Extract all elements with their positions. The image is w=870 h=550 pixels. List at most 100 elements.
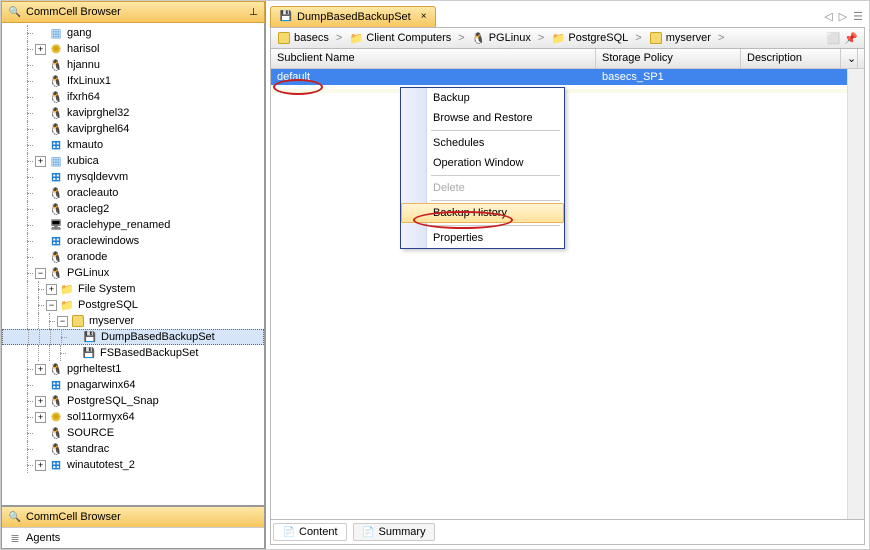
expander-icon[interactable]: −	[46, 300, 57, 311]
expander-icon[interactable]: −	[57, 316, 68, 327]
browser-tab-icon	[8, 510, 22, 524]
close-icon[interactable]: ×	[421, 11, 427, 22]
bottom-tab-agents[interactable]: Agents	[2, 527, 264, 548]
expander-icon[interactable]: +	[46, 284, 57, 295]
tree-item-standrac[interactable]: standrac	[2, 441, 264, 457]
menu-item-properties[interactable]: Properties	[401, 228, 564, 248]
crumb-myserver[interactable]: myserver	[649, 31, 711, 45]
tree-item-kaviprghel64[interactable]: kaviprghel64	[2, 121, 264, 137]
tux-icon	[48, 89, 64, 105]
tree-item-gang[interactable]: gang	[2, 25, 264, 41]
win-icon	[48, 137, 64, 153]
tree-item-pglinux[interactable]: −PGLinux	[2, 265, 264, 281]
cell	[741, 89, 841, 93]
menu-item-delete: Delete	[401, 178, 564, 198]
tree-item-dumpbasedbackupset[interactable]: DumpBasedBackupSet	[2, 329, 264, 345]
scrollbar[interactable]	[847, 69, 864, 519]
tree-item-winautotest2[interactable]: +winautotest_2	[2, 457, 264, 473]
tree-item-source[interactable]: SOURCE	[2, 425, 264, 441]
panel-header: CommCell Browser ⊥	[1, 1, 265, 23]
tree-item-sol11ormyx64[interactable]: +sol11ormyx64	[2, 409, 264, 425]
tree-item-hjannu[interactable]: hjannu	[2, 57, 264, 73]
tree-item-postgresqlsnap[interactable]: +PostgreSQL_Snap	[2, 393, 264, 409]
tree-item-pnagarwinx64[interactable]: pnagarwinx64	[2, 377, 264, 393]
bottom-tab-browser[interactable]: CommCell Browser	[2, 507, 264, 527]
win-icon	[48, 169, 64, 185]
tree-item-oraclehyperenamed[interactable]: oraclehype_renamed	[2, 217, 264, 233]
chevron-right-icon[interactable]: >	[535, 32, 547, 44]
tree-item-pgrheltest1[interactable]: + pgrheltest1	[2, 361, 264, 377]
expander-icon[interactable]: +	[35, 364, 46, 375]
menu-item-backuphistory[interactable]: Backup History	[401, 203, 564, 223]
menu-separator	[431, 130, 560, 131]
col-header-description[interactable]: Description	[741, 49, 841, 68]
tree-item-kaviprghel32[interactable]: kaviprghel32	[2, 105, 264, 121]
menu-item-operationwindow[interactable]: Operation Window	[401, 153, 564, 173]
tree-item-harisol[interactable]: +harisol	[2, 41, 264, 57]
tree-item-oranode[interactable]: oranode	[2, 249, 264, 265]
tree-label: kaviprghel64	[67, 123, 129, 135]
folder-icon	[551, 31, 565, 45]
tree-item-kubica[interactable]: +kubica	[2, 153, 264, 169]
expander-icon[interactable]: +	[35, 412, 46, 423]
expander-icon[interactable]: +	[35, 396, 46, 407]
menu-separator	[431, 225, 560, 226]
menu-item-backup[interactable]: Backup	[401, 88, 564, 108]
tree-label: PostgreSQL	[78, 299, 138, 311]
tree-item-ifxlinux1[interactable]: IfxLinux1	[2, 73, 264, 89]
tree-item-fsbasedbackupset[interactable]: FSBasedBackupSet	[2, 345, 264, 361]
tree-container: gang+harisolhjannuIfxLinux1ifxrh64kavipr…	[1, 23, 265, 506]
nav-next-icon[interactable]: ▷	[837, 10, 849, 23]
col-header-subclientname[interactable]: Subclient Name	[271, 49, 596, 68]
tree-item-filesystem[interactable]: +File System	[2, 281, 264, 297]
content-tab-summary[interactable]: Summary	[353, 523, 435, 541]
pin-icon[interactable]: ⊥	[249, 7, 258, 18]
pin-icon[interactable]: 📌	[844, 32, 858, 45]
nav-menu-icon[interactable]: ☰	[851, 10, 865, 23]
tree-label: pgrheltest1	[67, 363, 121, 375]
crumb-clientcomputers[interactable]: Client Computers	[349, 31, 451, 45]
expander-icon[interactable]: +	[35, 156, 46, 167]
win-icon	[48, 457, 64, 473]
table-row[interactable]: defaultbasecs_SP1	[271, 69, 864, 85]
tree-label: IfxLinux1	[67, 75, 111, 87]
tree-item-myserver[interactable]: − myserver	[2, 313, 264, 329]
tree-item-postgresql[interactable]: − PostgreSQL	[2, 297, 264, 313]
bottom-tabs: CommCell Browser Agents	[1, 506, 265, 549]
tree-label: myserver	[89, 315, 134, 327]
tree-item-kmauto[interactable]: kmauto	[2, 137, 264, 153]
chevron-right-icon[interactable]: >	[715, 32, 727, 44]
sun-icon	[48, 41, 64, 57]
menu-item-browseandrestore[interactable]: Browse and Restore	[401, 108, 564, 128]
tree-item-mysqldevvm[interactable]: mysqldevvm	[2, 169, 264, 185]
tree-item-oracleauto[interactable]: oracleauto	[2, 185, 264, 201]
pin-icon[interactable]: ⬜	[827, 32, 841, 45]
tree-item-oracleg2[interactable]: oracleg2	[2, 201, 264, 217]
nav-prev-icon[interactable]: ◁	[822, 10, 834, 23]
tree-item-oraclewindows[interactable]: oraclewindows	[2, 233, 264, 249]
tree-label: kmauto	[67, 139, 103, 151]
tree-label: oracleauto	[67, 187, 118, 199]
column-menu-icon[interactable]: ⌄	[841, 49, 858, 68]
expander-icon[interactable]: +	[35, 460, 46, 471]
expander-icon[interactable]: −	[35, 268, 46, 279]
win-icon	[48, 233, 64, 249]
crumb-basecs[interactable]: basecs	[277, 31, 329, 45]
menu-item-schedules[interactable]: Schedules	[401, 133, 564, 153]
crumb-pglinux[interactable]: PGLinux	[472, 31, 531, 45]
crumb-postgresql[interactable]: PostgreSQL	[551, 31, 628, 45]
table-row[interactable]	[271, 89, 864, 93]
chevron-right-icon[interactable]: >	[632, 32, 644, 44]
disk-icon	[81, 345, 97, 361]
col-header-storagepolicy[interactable]: Storage Policy	[596, 49, 741, 68]
expander-icon[interactable]: +	[35, 44, 46, 55]
tree-item-ifxrh64[interactable]: ifxrh64	[2, 89, 264, 105]
cell: basecs_SP1	[596, 69, 741, 85]
content-tab-content[interactable]: Content	[273, 523, 347, 541]
tab-label: DumpBasedBackupSet	[297, 11, 411, 23]
active-tab[interactable]: DumpBasedBackupSet ×	[270, 6, 436, 27]
chevron-right-icon[interactable]: >	[333, 32, 345, 44]
chevron-right-icon[interactable]: >	[455, 32, 467, 44]
left-panel: CommCell Browser ⊥ gang+harisolhjannu Ifx…	[1, 1, 266, 549]
bottom-tab-label: CommCell Browser	[26, 511, 121, 523]
